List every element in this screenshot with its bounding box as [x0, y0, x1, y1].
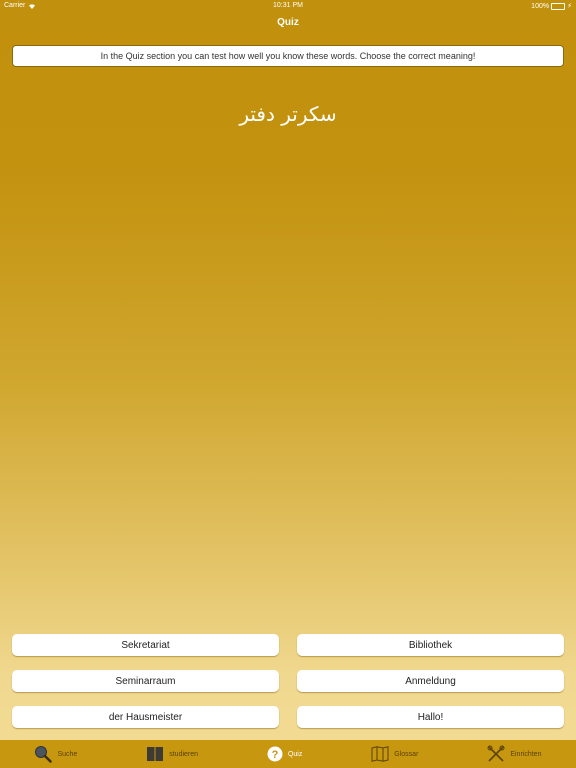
charging-icon: ⚡	[567, 3, 572, 10]
tab-quiz[interactable]: ? Quiz	[267, 746, 302, 762]
answer-button[interactable]: Hallo!	[297, 706, 564, 728]
status-bar: Carrier 10:31 PM 100% ⚡	[0, 0, 576, 13]
answer-button[interactable]: der Hausmeister	[12, 706, 279, 728]
map-icon	[371, 746, 389, 762]
tab-einrichten[interactable]: Einrichten	[487, 745, 541, 763]
book-icon	[147, 747, 164, 761]
svg-text:?: ?	[272, 749, 279, 761]
search-icon	[35, 746, 53, 763]
battery-icon	[551, 2, 566, 10]
tab-bar: Suche studieren ? Quiz Glossar Einrichte…	[0, 740, 576, 768]
answer-button[interactable]: Sekretariat	[12, 634, 279, 656]
tab-label: Quiz	[287, 750, 303, 758]
info-banner: In the Quiz section you can test how wel…	[12, 45, 564, 67]
status-time: 10:31 PM	[273, 2, 303, 9]
tab-label: Suche	[57, 750, 78, 758]
question-icon: ?	[267, 746, 283, 762]
tab-label: studieren	[169, 750, 199, 758]
answer-grid: Sekretariat Bibliothek Seminarraum Anmel…	[12, 634, 564, 728]
answer-button[interactable]: Bibliothek	[297, 634, 564, 656]
tab-studieren[interactable]: studieren	[146, 746, 198, 762]
tab-suche[interactable]: Suche	[34, 745, 77, 763]
battery-indicator: 100% ⚡	[531, 2, 572, 10]
page-title: Quiz	[277, 17, 299, 28]
tab-label: Glossar	[394, 750, 419, 758]
battery-percent: 100%	[531, 2, 550, 10]
question-word: سکرتر دفتر	[239, 102, 337, 126]
tab-glossar[interactable]: Glossar	[371, 746, 418, 762]
tab-label: Einrichten	[510, 750, 542, 758]
answer-button[interactable]: Seminarraum	[12, 670, 279, 692]
tools-icon	[487, 745, 505, 762]
answer-button[interactable]: Anmeldung	[297, 670, 564, 692]
